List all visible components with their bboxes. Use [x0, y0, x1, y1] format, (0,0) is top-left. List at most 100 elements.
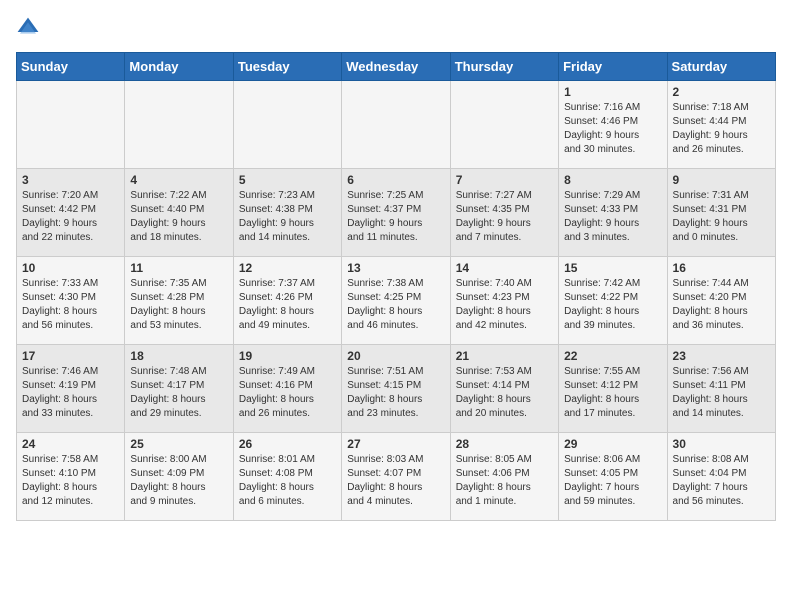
day-number: 28: [456, 437, 553, 451]
calendar-day-cell: 4 Sunrise: 7:22 AM Sunset: 4:40 PM Daylig…: [125, 169, 233, 257]
day-info: Sunrise: 8:05 AM Sunset: 4:06 PM Dayligh…: [456, 453, 553, 509]
calendar-day-cell: 22 Sunrise: 7:55 AM Sunset: 4:12 PM Dayli…: [559, 345, 667, 433]
calendar-day-cell: 17 Sunrise: 7:46 AM Sunset: 4:19 PM Dayli…: [17, 345, 125, 433]
calendar-day-cell: 3 Sunrise: 7:20 AM Sunset: 4:42 PM Daylig…: [17, 169, 125, 257]
day-info: Sunrise: 7:22 AM Sunset: 4:40 PM Dayligh…: [130, 189, 227, 245]
day-number: 24: [22, 437, 119, 451]
calendar-day-cell: 25 Sunrise: 8:00 AM Sunset: 4:09 PM Dayli…: [125, 433, 233, 521]
calendar-day-cell: 6 Sunrise: 7:25 AM Sunset: 4:37 PM Daylig…: [342, 169, 450, 257]
calendar-day-cell: 26 Sunrise: 8:01 AM Sunset: 4:08 PM Dayli…: [233, 433, 341, 521]
day-number: 29: [564, 437, 661, 451]
day-info: Sunrise: 8:00 AM Sunset: 4:09 PM Dayligh…: [130, 453, 227, 509]
calendar-body: 1 Sunrise: 7:16 AM Sunset: 4:46 PM Daylig…: [17, 81, 776, 521]
calendar-day-cell: 18 Sunrise: 7:48 AM Sunset: 4:17 PM Dayli…: [125, 345, 233, 433]
day-info: Sunrise: 7:48 AM Sunset: 4:17 PM Dayligh…: [130, 365, 227, 421]
day-number: 5: [239, 173, 336, 187]
calendar-day-cell: [233, 81, 341, 169]
weekday-header-cell: Monday: [125, 53, 233, 81]
calendar-day-cell: 15Sunrise: 7:42 AM Sunset: 4:22 PM Dayli…: [559, 257, 667, 345]
calendar-week-row: 3 Sunrise: 7:20 AM Sunset: 4:42 PM Daylig…: [17, 169, 776, 257]
calendar-day-cell: 27 Sunrise: 8:03 AM Sunset: 4:07 PM Dayli…: [342, 433, 450, 521]
day-info: Sunrise: 7:27 AM Sunset: 4:35 PM Dayligh…: [456, 189, 553, 245]
day-number: 27: [347, 437, 444, 451]
calendar-day-cell: 1 Sunrise: 7:16 AM Sunset: 4:46 PM Daylig…: [559, 81, 667, 169]
day-number: 12: [239, 261, 336, 275]
day-number: 30: [673, 437, 770, 451]
day-number: 16: [673, 261, 770, 275]
weekday-header-cell: Saturday: [667, 53, 775, 81]
day-number: 14: [456, 261, 553, 275]
calendar-day-cell: 16 Sunrise: 7:44 AM Sunset: 4:20 PM Dayli…: [667, 257, 775, 345]
day-info: Sunrise: 7:53 AM Sunset: 4:14 PM Dayligh…: [456, 365, 553, 421]
calendar-day-cell: 5 Sunrise: 7:23 AM Sunset: 4:38 PM Daylig…: [233, 169, 341, 257]
calendar-week-row: 17 Sunrise: 7:46 AM Sunset: 4:19 PM Dayli…: [17, 345, 776, 433]
day-info: Sunrise: 7:42 AM Sunset: 4:22 PM Dayligh…: [564, 277, 661, 333]
day-info: Sunrise: 7:49 AM Sunset: 4:16 PM Dayligh…: [239, 365, 336, 421]
logo-icon: [16, 16, 40, 40]
weekday-header-cell: Sunday: [17, 53, 125, 81]
day-number: 21: [456, 349, 553, 363]
day-number: 8: [564, 173, 661, 187]
calendar-day-cell: 30 Sunrise: 8:08 AM Sunset: 4:04 PM Dayli…: [667, 433, 775, 521]
weekday-header-cell: Tuesday: [233, 53, 341, 81]
day-number: 20: [347, 349, 444, 363]
day-info: Sunrise: 7:33 AM Sunset: 4:30 PM Dayligh…: [22, 277, 119, 333]
calendar-day-cell: 12 Sunrise: 7:37 AM Sunset: 4:26 PM Dayli…: [233, 257, 341, 345]
day-info: Sunrise: 7:20 AM Sunset: 4:42 PM Dayligh…: [22, 189, 119, 245]
calendar-day-cell: 11 Sunrise: 7:35 AM Sunset: 4:28 PM Dayli…: [125, 257, 233, 345]
day-info: Sunrise: 7:31 AM Sunset: 4:31 PM Dayligh…: [673, 189, 770, 245]
day-number: 13: [347, 261, 444, 275]
weekday-header-cell: Thursday: [450, 53, 558, 81]
day-info: Sunrise: 7:25 AM Sunset: 4:37 PM Dayligh…: [347, 189, 444, 245]
day-info: Sunrise: 7:29 AM Sunset: 4:33 PM Dayligh…: [564, 189, 661, 245]
day-info: Sunrise: 7:35 AM Sunset: 4:28 PM Dayligh…: [130, 277, 227, 333]
calendar-day-cell: 9Sunrise: 7:31 AM Sunset: 4:31 PM Daylig…: [667, 169, 775, 257]
calendar-day-cell: 20 Sunrise: 7:51 AM Sunset: 4:15 PM Dayli…: [342, 345, 450, 433]
day-info: Sunrise: 7:55 AM Sunset: 4:12 PM Dayligh…: [564, 365, 661, 421]
day-info: Sunrise: 7:44 AM Sunset: 4:20 PM Dayligh…: [673, 277, 770, 333]
calendar-day-cell: [125, 81, 233, 169]
day-number: 25: [130, 437, 227, 451]
weekday-header-row: SundayMondayTuesdayWednesdayThursdayFrid…: [17, 53, 776, 81]
day-info: Sunrise: 8:03 AM Sunset: 4:07 PM Dayligh…: [347, 453, 444, 509]
day-info: Sunrise: 7:58 AM Sunset: 4:10 PM Dayligh…: [22, 453, 119, 509]
day-number: 1: [564, 85, 661, 99]
day-number: 6: [347, 173, 444, 187]
day-number: 19: [239, 349, 336, 363]
day-info: Sunrise: 7:16 AM Sunset: 4:46 PM Dayligh…: [564, 101, 661, 157]
logo: [16, 16, 44, 40]
day-info: Sunrise: 7:37 AM Sunset: 4:26 PM Dayligh…: [239, 277, 336, 333]
day-info: Sunrise: 7:56 AM Sunset: 4:11 PM Dayligh…: [673, 365, 770, 421]
calendar-table: SundayMondayTuesdayWednesdayThursdayFrid…: [16, 52, 776, 521]
calendar-day-cell: [17, 81, 125, 169]
calendar-day-cell: 19 Sunrise: 7:49 AM Sunset: 4:16 PM Dayli…: [233, 345, 341, 433]
day-info: Sunrise: 8:01 AM Sunset: 4:08 PM Dayligh…: [239, 453, 336, 509]
day-info: Sunrise: 7:51 AM Sunset: 4:15 PM Dayligh…: [347, 365, 444, 421]
calendar-day-cell: [450, 81, 558, 169]
day-info: Sunrise: 7:40 AM Sunset: 4:23 PM Dayligh…: [456, 277, 553, 333]
day-number: 22: [564, 349, 661, 363]
day-info: Sunrise: 8:06 AM Sunset: 4:05 PM Dayligh…: [564, 453, 661, 509]
day-number: 10: [22, 261, 119, 275]
calendar-day-cell: 8 Sunrise: 7:29 AM Sunset: 4:33 PM Daylig…: [559, 169, 667, 257]
day-info: Sunrise: 7:38 AM Sunset: 4:25 PM Dayligh…: [347, 277, 444, 333]
day-info: Sunrise: 7:18 AM Sunset: 4:44 PM Dayligh…: [673, 101, 770, 157]
calendar-week-row: 24 Sunrise: 7:58 AM Sunset: 4:10 PM Dayli…: [17, 433, 776, 521]
calendar-day-cell: 10 Sunrise: 7:33 AM Sunset: 4:30 PM Dayli…: [17, 257, 125, 345]
calendar-day-cell: 29 Sunrise: 8:06 AM Sunset: 4:05 PM Dayli…: [559, 433, 667, 521]
calendar-day-cell: 13 Sunrise: 7:38 AM Sunset: 4:25 PM Dayli…: [342, 257, 450, 345]
day-number: 3: [22, 173, 119, 187]
day-number: 11: [130, 261, 227, 275]
day-number: 17: [22, 349, 119, 363]
day-number: 18: [130, 349, 227, 363]
weekday-header-cell: Wednesday: [342, 53, 450, 81]
day-number: 26: [239, 437, 336, 451]
day-info: Sunrise: 8:08 AM Sunset: 4:04 PM Dayligh…: [673, 453, 770, 509]
calendar-day-cell: 2Sunrise: 7:18 AM Sunset: 4:44 PM Daylig…: [667, 81, 775, 169]
day-info: Sunrise: 7:46 AM Sunset: 4:19 PM Dayligh…: [22, 365, 119, 421]
calendar-day-cell: 14 Sunrise: 7:40 AM Sunset: 4:23 PM Dayli…: [450, 257, 558, 345]
calendar-day-cell: 7Sunrise: 7:27 AM Sunset: 4:35 PM Daylig…: [450, 169, 558, 257]
day-info: Sunrise: 7:23 AM Sunset: 4:38 PM Dayligh…: [239, 189, 336, 245]
day-number: 4: [130, 173, 227, 187]
calendar-day-cell: [342, 81, 450, 169]
